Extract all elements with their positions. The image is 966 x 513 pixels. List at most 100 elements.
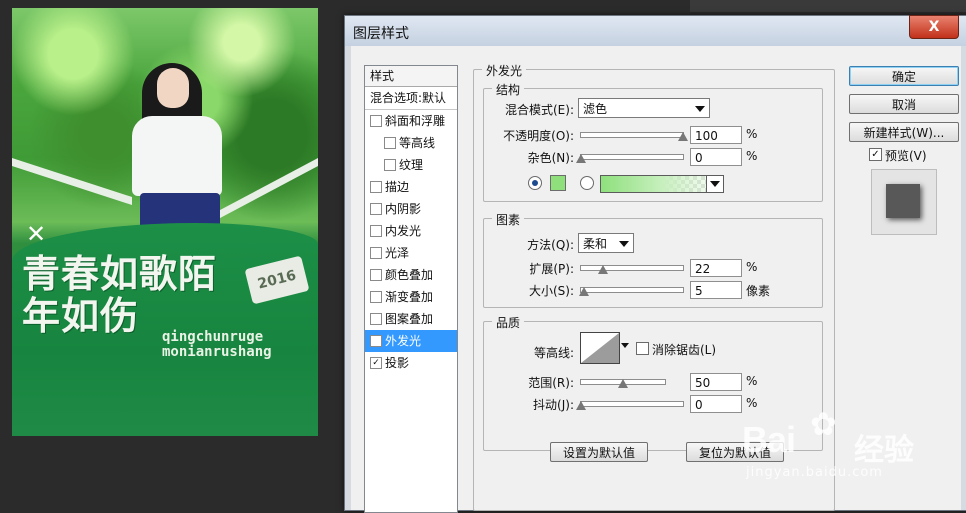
- structure-group: 结构 混合模式(E): 滤色 不透明度(O): 100 % 杂色(N): 0 %: [483, 81, 823, 202]
- jitter-slider[interactable]: [576, 401, 684, 410]
- contour-picker[interactable]: [580, 332, 629, 364]
- ok-button[interactable]: 确定: [849, 66, 959, 86]
- style-item-checkbox[interactable]: [370, 181, 382, 193]
- outer-glow-title: 外发光: [482, 62, 527, 79]
- size-slider-thumb[interactable]: [579, 287, 590, 296]
- technique-value: 柔和: [583, 237, 608, 251]
- chevron-down-icon[interactable]: [706, 176, 723, 192]
- spread-unit: %: [746, 260, 758, 274]
- preview-square: [886, 184, 920, 218]
- style-item-label: 外发光: [385, 334, 422, 348]
- cancel-button[interactable]: 取消: [849, 94, 959, 114]
- style-item-checkbox[interactable]: ✓: [370, 335, 382, 347]
- style-list-header[interactable]: 样式: [365, 66, 457, 87]
- poster-girl-shirt: [132, 116, 222, 196]
- contour-label: 等高线:: [533, 346, 574, 360]
- size-input[interactable]: 5: [690, 281, 742, 299]
- style-item-checkbox[interactable]: [370, 247, 382, 259]
- new-style-button[interactable]: 新建样式(W)...: [849, 122, 959, 142]
- style-item-bevel[interactable]: 斜面和浮雕: [365, 110, 457, 132]
- jitter-input[interactable]: 0: [690, 395, 742, 413]
- style-list: 样式 混合选项:默认 斜面和浮雕 等高线 纹理 描边 内阴影 内发光 光泽 颜色…: [364, 65, 458, 513]
- quality-title: 品质: [492, 314, 525, 331]
- opacity-slider[interactable]: [580, 132, 688, 141]
- style-item-checkbox[interactable]: [370, 115, 382, 127]
- antialias-checkbox[interactable]: [636, 342, 649, 355]
- poster-pinyin-line2: monianrushang: [162, 344, 272, 360]
- style-item-inner-shadow[interactable]: 内阴影: [365, 198, 457, 220]
- style-item-drop-shadow[interactable]: ✓ 投影: [365, 352, 457, 374]
- style-item-label: 投影: [385, 356, 410, 370]
- style-item-checkbox[interactable]: [384, 159, 396, 171]
- style-item-checkbox[interactable]: [370, 313, 382, 325]
- style-item-pattern-overlay[interactable]: 图案叠加: [365, 308, 457, 330]
- technique-select[interactable]: 柔和: [578, 233, 634, 253]
- opacity-input[interactable]: 100: [690, 126, 742, 144]
- style-item-label: 内发光: [385, 224, 422, 238]
- spread-slider-thumb[interactable]: [598, 265, 609, 274]
- range-slider-thumb[interactable]: [618, 379, 628, 388]
- style-item-inner-glow[interactable]: 内发光: [365, 220, 457, 242]
- size-label: 大小(S):: [528, 284, 574, 298]
- style-item-stroke[interactable]: 描边: [365, 176, 457, 198]
- close-icon: X: [928, 19, 940, 35]
- style-item-checkbox[interactable]: [370, 269, 382, 281]
- jitter-slider-thumb[interactable]: [576, 401, 586, 410]
- watermark-url: jingyan.baidu.com: [746, 465, 883, 480]
- noise-slider-thumb[interactable]: [576, 154, 586, 163]
- blend-mode-select[interactable]: 滤色: [578, 98, 710, 118]
- noise-slider[interactable]: [576, 154, 684, 163]
- style-item-outer-glow[interactable]: ✓ 外发光: [365, 330, 457, 352]
- opacity-slider-thumb[interactable]: [678, 132, 688, 141]
- solid-color-radio[interactable]: [528, 176, 542, 190]
- style-item-gradient-overlay[interactable]: 渐变叠加: [365, 286, 457, 308]
- style-item-label: 等高线: [399, 136, 436, 150]
- style-item-color-overlay[interactable]: 颜色叠加: [365, 264, 457, 286]
- size-slider[interactable]: [579, 287, 684, 296]
- glow-gradient-picker[interactable]: [600, 175, 724, 193]
- style-item-satin[interactable]: 光泽: [365, 242, 457, 264]
- range-slider[interactable]: [580, 379, 666, 388]
- style-item-label: 内阴影: [385, 202, 422, 216]
- spread-slider[interactable]: [580, 265, 684, 274]
- noise-input[interactable]: 0: [690, 148, 742, 166]
- style-preview-thumbnail: [871, 169, 937, 235]
- style-item-checkbox[interactable]: [370, 291, 382, 303]
- style-item-contour[interactable]: 等高线: [365, 132, 457, 154]
- bow-icon: ✕: [26, 220, 47, 248]
- poster-pinyin-line1: qingchunruge: [162, 329, 264, 345]
- style-item-checkbox[interactable]: [384, 137, 396, 149]
- technique-label: 方法(Q):: [527, 238, 574, 252]
- poster-title-line1: 青春如歌陌: [22, 251, 218, 296]
- close-button[interactable]: X: [909, 15, 959, 39]
- antialias-label: 消除锯齿(L): [652, 343, 717, 357]
- noise-unit: %: [746, 149, 758, 163]
- canvas-poster-image: ✕ 青春如歌陌 年如伤 qingchunruge monianrushang 2…: [12, 8, 318, 436]
- glow-color-swatch[interactable]: [550, 175, 566, 191]
- style-item-checkbox[interactable]: [370, 225, 382, 237]
- poster-title: 青春如歌陌 年如伤: [22, 253, 217, 337]
- gradient-radio[interactable]: [580, 176, 594, 190]
- style-item-label: 光泽: [385, 246, 410, 260]
- range-label: 范围(R):: [528, 376, 574, 390]
- set-default-button[interactable]: 设置为默认值: [550, 442, 648, 462]
- style-item-label: 描边: [385, 180, 410, 194]
- style-item-texture[interactable]: 纹理: [365, 154, 457, 176]
- paw-icon: ✿: [810, 405, 837, 443]
- dialog-titlebar[interactable]: 图层样式 X: [345, 15, 966, 46]
- app-top-strip: [690, 0, 966, 12]
- spread-input[interactable]: 22: [690, 259, 742, 277]
- chevron-down-icon[interactable]: [621, 343, 629, 348]
- range-unit: %: [746, 374, 758, 388]
- range-input[interactable]: 50: [690, 373, 742, 391]
- watermark-cn: 经验: [854, 433, 914, 468]
- chevron-down-icon: [695, 106, 705, 112]
- style-list-blend-options[interactable]: 混合选项:默认: [365, 87, 457, 110]
- baidu-watermark: ✿ Bai 经验 jingyan.baidu.com: [742, 405, 962, 505]
- watermark-brand: Bai: [742, 419, 796, 460]
- style-item-checkbox[interactable]: [370, 203, 382, 215]
- style-item-label: 纹理: [399, 158, 424, 172]
- size-unit: 像素: [746, 284, 771, 298]
- style-item-checkbox[interactable]: ✓: [370, 357, 382, 369]
- preview-checkbox[interactable]: ✓: [869, 148, 882, 161]
